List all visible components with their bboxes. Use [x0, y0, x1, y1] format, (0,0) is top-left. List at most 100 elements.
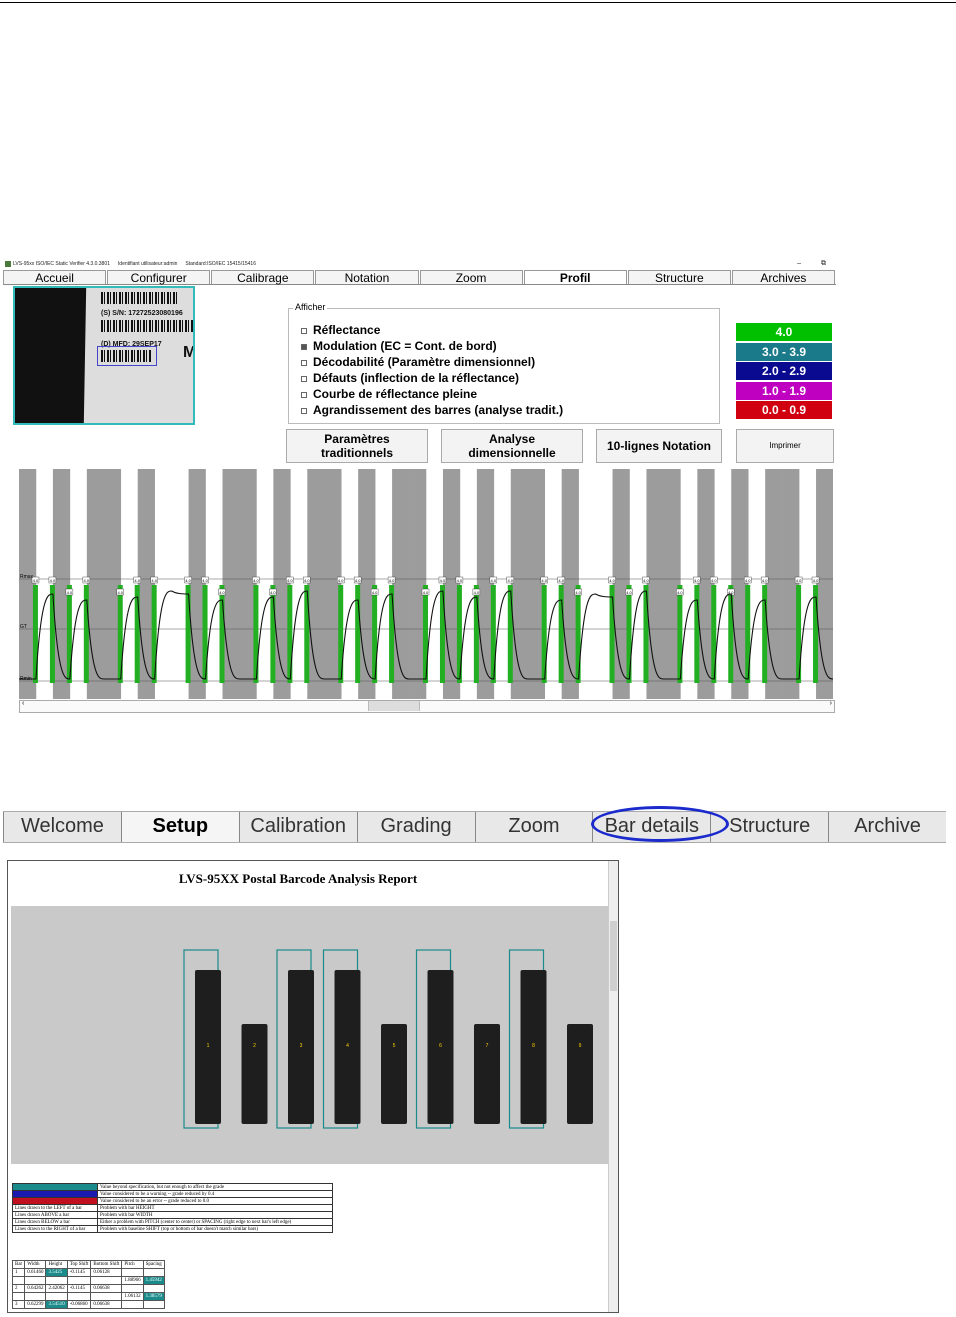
tab-en-7[interactable]: Archive [828, 812, 946, 842]
edge-grade-label: 4.0 [794, 576, 803, 584]
edge-grade-label: 4.0 [625, 588, 633, 596]
legend-text: Problem with bar HEIGHT [97, 1204, 333, 1212]
radio-icon[interactable] [301, 375, 307, 382]
display-option-2[interactable]: Décodabilité (Paramètre dimensionnel) [301, 355, 535, 369]
barcode-thumbnail[interactable]: (S) S/N: 17272523080196 (D) MFD: 29SEP17… [13, 286, 195, 425]
svg-text:4.0: 4.0 [457, 578, 463, 583]
column-header: Width [24, 1260, 47, 1269]
svg-text:4.0: 4.0 [389, 578, 395, 583]
checked-radio-icon[interactable] [301, 343, 307, 350]
region-of-interest-box[interactable] [97, 346, 157, 366]
tab-1[interactable]: Configurer [107, 270, 211, 285]
axis-label-gt_label: GT [20, 624, 27, 630]
postal-barcode-report: LVS-95XX Postal Barcode Analysis Report … [7, 860, 619, 1313]
thumbnail-letter: M [183, 344, 195, 361]
table-cell: 0.06638 [90, 1300, 123, 1309]
table-cell: 1.06132 [121, 1292, 144, 1301]
profile-horizontal-scrollbar[interactable]: ‹ › [19, 700, 835, 713]
edge-contrast-marker [609, 585, 615, 683]
scrollbar-thumb[interactable] [610, 921, 617, 991]
button-label-line2: dimensionnelle [468, 446, 556, 460]
ten-lines-grading-button[interactable]: 10-lignes Notation [596, 429, 722, 463]
svg-text:4.0: 4.0 [575, 590, 581, 595]
thumbnail-barcode [101, 320, 193, 332]
legend-key [12, 1190, 98, 1198]
display-option-label: Courbe de réflectance pleine [313, 387, 478, 401]
display-option-1[interactable]: Modulation (EC = Cont. de bord) [301, 339, 497, 353]
tab-en-0[interactable]: Welcome [3, 812, 121, 842]
table-cell [45, 1292, 68, 1301]
display-option-label: Défauts (inflection de la réflectance) [313, 371, 520, 385]
edge-grade-label: 4.0 [455, 576, 464, 584]
svg-text:4.0: 4.0 [33, 578, 39, 583]
svg-text:4.0: 4.0 [745, 578, 751, 583]
edge-grade-label: 4.0 [150, 576, 158, 584]
edge-contrast-marker [151, 585, 157, 683]
tab-3[interactable]: Notation [315, 270, 419, 285]
display-option-3[interactable]: Défauts (inflection de la réflectance) [301, 371, 519, 385]
tab-en-2[interactable]: Calibration [238, 812, 357, 842]
table-cell [66, 1276, 92, 1285]
tab-7[interactable]: Archives [731, 270, 835, 285]
edge-grade-label: 4.0 [48, 576, 57, 584]
minimize-icon[interactable]: – [797, 260, 801, 267]
legend-row: Lines drawn to the LEFT of a bar Problem … [12, 1204, 333, 1212]
bar-number: 6 [439, 1043, 442, 1049]
table-cell: 3 [11, 1300, 26, 1309]
tab-en-1[interactable]: Setup [120, 812, 239, 842]
display-option-label: Modulation (EC = Cont. de bord) [313, 339, 497, 353]
tab-en-3[interactable]: Grading [356, 812, 475, 842]
tab-en-4[interactable]: Zoom [474, 812, 593, 842]
scroll-right-icon[interactable]: › [830, 700, 832, 707]
tab-4[interactable]: Zoom [419, 270, 523, 285]
dimensional-analysis-button[interactable]: Analyse dimensionnelle [441, 429, 583, 463]
print-button[interactable]: Imprimer [736, 429, 834, 463]
display-option-0[interactable]: Réflectance [301, 323, 380, 337]
table-cell [45, 1276, 68, 1285]
radio-icon[interactable] [301, 407, 307, 414]
edge-grade-label: 4.0 [693, 576, 701, 584]
restore-icon[interactable]: ⧉ [821, 260, 826, 267]
svg-text:4.0: 4.0 [287, 578, 293, 583]
grade-swatch-4: 0.0 - 0.9 [736, 401, 832, 419]
table-cell [11, 1276, 26, 1285]
svg-text:4.0: 4.0 [491, 578, 497, 583]
display-option-4[interactable]: Courbe de réflectance pleine [301, 387, 477, 401]
tab-6[interactable]: Structure [627, 270, 731, 285]
display-option-5[interactable]: Agrandissement des barres (analyse tradi… [301, 403, 563, 417]
radio-icon[interactable] [301, 391, 307, 398]
edge-grade-label: 4.0 [472, 588, 481, 596]
radio-icon[interactable] [301, 359, 307, 366]
edge-grade-label: 4.0 [269, 588, 277, 596]
scroll-left-icon[interactable]: ‹ [22, 700, 24, 707]
traditional-parameters-button[interactable]: Paramètres traditionnels [286, 429, 428, 463]
main-tabs: Accueil Configurer Calibrage Notation Zoom Pr… [3, 270, 836, 285]
tab-2[interactable]: Calibrage [211, 270, 315, 285]
tab-5[interactable]: Profil [523, 270, 627, 285]
thumbnail-sn-text: (S) S/N: 17272523080196 [101, 310, 183, 317]
edge-grade-label: 4.0 [218, 588, 226, 596]
table-cell: 0.06638 [90, 1284, 123, 1293]
table-cell: 2.42062 [45, 1284, 68, 1293]
tab-0[interactable]: Accueil [3, 270, 107, 285]
postal-bar: 3 [276, 949, 314, 1129]
legend-row: Value beyond specification, but not enou… [12, 1183, 333, 1191]
edge-grade-label: 4.0 [557, 576, 565, 584]
edge-grade-label: 4.0 [506, 576, 514, 584]
svg-text:4.0: 4.0 [338, 578, 344, 583]
edge-grade-label: 4.0 [421, 588, 430, 596]
radio-icon[interactable] [301, 327, 307, 334]
table-cell: 1.45942 [142, 1276, 165, 1285]
scrollbar-thumb[interactable] [368, 701, 420, 711]
table-cell: -0.06860 [66, 1300, 92, 1309]
legend-text: Value considered to be a warning -- grad… [97, 1190, 333, 1198]
table-cell [90, 1292, 123, 1301]
svg-text:4.0: 4.0 [219, 590, 225, 595]
postal-bar: 1 [183, 949, 221, 1129]
report-vertical-scrollbar[interactable] [608, 861, 618, 1312]
edge-grade-label: 4.0 [438, 576, 447, 584]
reflectance-profile-chart[interactable]: 4.0 4.0 4.0 4.0 4.0 4.0 4.0 4.0 4.0 4.0 4.0 4.0 4.0 4… [19, 469, 833, 699]
edge-contrast-marker [32, 585, 38, 683]
bar-column [86, 469, 105, 699]
display-options-legend: Afficher [293, 302, 328, 312]
